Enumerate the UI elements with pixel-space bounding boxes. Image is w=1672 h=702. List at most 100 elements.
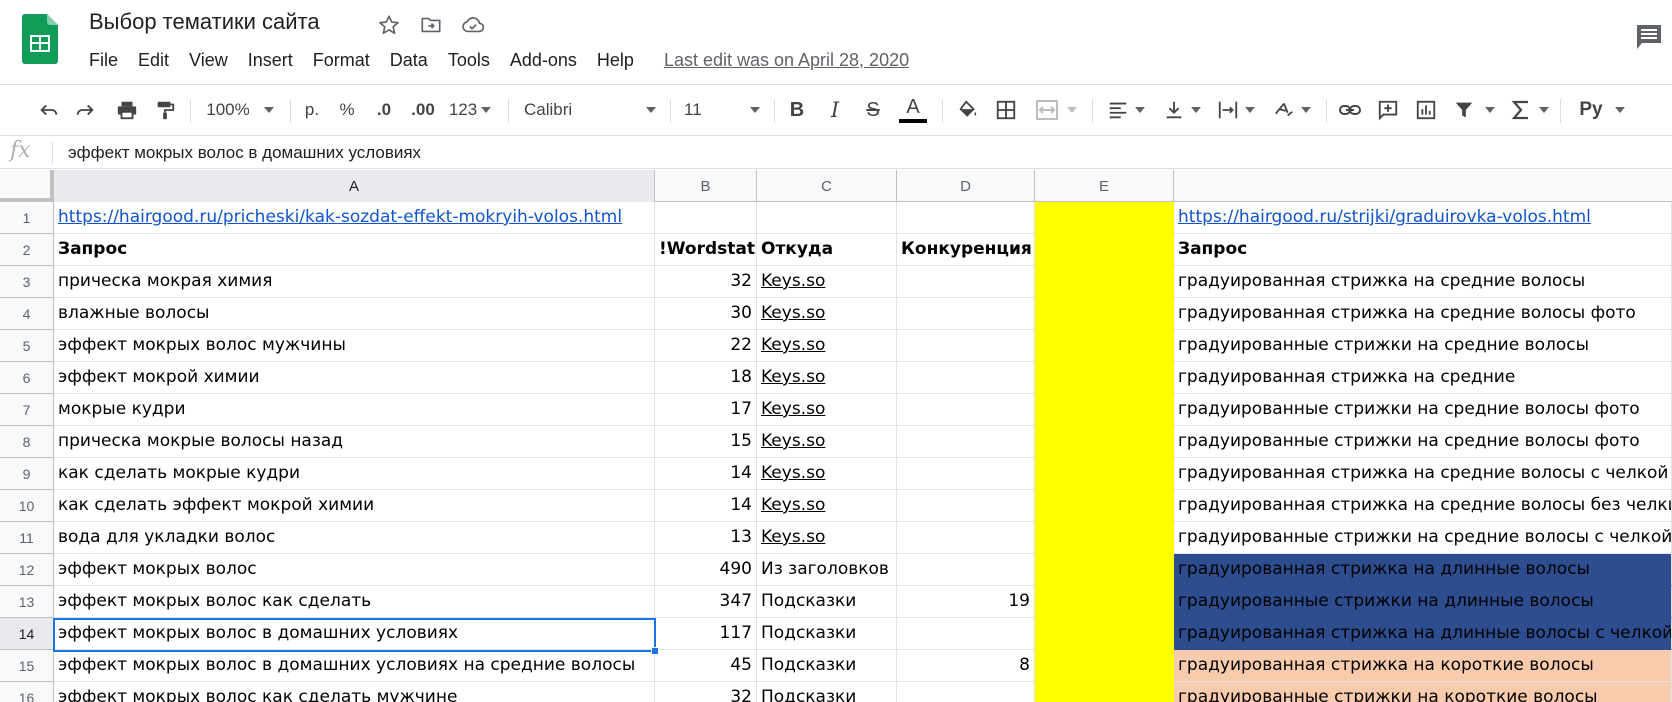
cell-f[interactable]: градуированная стрижка на средние волосы xyxy=(1174,266,1672,298)
undo-icon[interactable] xyxy=(36,95,62,125)
print-icon[interactable] xyxy=(114,95,140,125)
cell-c[interactable]: Keys.so xyxy=(757,266,897,298)
row-header[interactable]: 11 xyxy=(0,522,54,554)
cell-a[interactable]: эффект мокрых волос xyxy=(54,554,655,586)
cell-d[interactable] xyxy=(897,202,1035,234)
cell-f[interactable]: градуированная стрижка на длинные волосы xyxy=(1174,554,1672,586)
row-header[interactable]: 4 xyxy=(0,298,54,330)
cell-a[interactable]: мокрые кудри xyxy=(54,394,655,426)
menu-tools[interactable]: Tools xyxy=(448,50,490,71)
cell-f[interactable]: градуированные стрижки на средние волосы xyxy=(1174,330,1672,362)
cell-b[interactable]: 45 xyxy=(655,650,757,682)
cell-b[interactable]: !Wordstat xyxy=(655,234,757,266)
row-header[interactable]: 2 xyxy=(0,234,54,266)
column-header-a[interactable]: A xyxy=(54,170,655,202)
cell-b[interactable]: 490 xyxy=(655,554,757,586)
cell-d[interactable] xyxy=(897,362,1035,394)
cell-f[interactable]: градуированные стрижки на средние волосы… xyxy=(1174,522,1672,554)
row-header[interactable]: 8 xyxy=(0,426,54,458)
cell-a[interactable]: эффект мокрых волос в домашних условиях xyxy=(54,618,655,650)
cell-f[interactable]: градуированная стрижка на длинные волосы… xyxy=(1174,618,1672,650)
cell-b[interactable]: 117 xyxy=(655,618,757,650)
document-title[interactable]: Выбор тематики сайта xyxy=(89,9,320,35)
text-rotation-icon[interactable] xyxy=(1270,95,1314,125)
move-to-folder-icon[interactable] xyxy=(418,12,444,38)
cell-d[interactable] xyxy=(897,554,1035,586)
column-header-f[interactable] xyxy=(1174,170,1672,202)
functions-icon[interactable] xyxy=(1508,95,1552,125)
cell-e[interactable] xyxy=(1035,298,1174,330)
cell-f[interactable]: градуированная стрижка на короткие волос… xyxy=(1174,650,1672,682)
insert-link-icon[interactable] xyxy=(1336,95,1364,125)
cell-c[interactable]: Keys.so xyxy=(757,490,897,522)
font-size-select[interactable]: 11 xyxy=(680,95,764,125)
cell-e[interactable] xyxy=(1035,618,1174,650)
comment-history-icon[interactable] xyxy=(1634,22,1664,52)
increase-decimals-button[interactable]: .00 xyxy=(406,95,440,125)
cell-f[interactable]: градуированная стрижка на средние волосы… xyxy=(1174,298,1672,330)
cell-a[interactable]: эффект мокрых волос как сделать мужчине xyxy=(54,682,655,702)
cell-d[interactable] xyxy=(897,298,1035,330)
row-header[interactable]: 13 xyxy=(0,586,54,618)
text-wrapping-icon[interactable] xyxy=(1214,95,1258,125)
cell-f[interactable]: градуированная стрижка на средние xyxy=(1174,362,1672,394)
cell-a[interactable]: вода для укладки волос xyxy=(54,522,655,554)
star-icon[interactable] xyxy=(376,12,402,38)
row-header[interactable]: 16 xyxy=(0,682,54,702)
font-family-select[interactable]: Calibri xyxy=(520,95,660,125)
row-header[interactable]: 12 xyxy=(0,554,54,586)
cell-e[interactable] xyxy=(1035,682,1174,702)
cell-e[interactable] xyxy=(1035,426,1174,458)
column-header-b[interactable]: B xyxy=(655,170,757,202)
cell-a[interactable]: Запрос xyxy=(54,234,655,266)
cloud-saved-icon[interactable] xyxy=(460,12,486,38)
row-header[interactable]: 10 xyxy=(0,490,54,522)
cell-c[interactable]: Откуда xyxy=(757,234,897,266)
cell-b[interactable] xyxy=(655,202,757,234)
cell-e[interactable] xyxy=(1035,490,1174,522)
text-color-button[interactable]: A xyxy=(898,95,928,125)
italic-button[interactable]: I xyxy=(822,95,848,125)
filter-icon[interactable] xyxy=(1450,95,1498,125)
cell-b[interactable]: 14 xyxy=(655,458,757,490)
cell-e[interactable] xyxy=(1035,202,1174,234)
cell-a[interactable]: как сделать мокрые кудри xyxy=(54,458,655,490)
cell-f[interactable]: Запрос xyxy=(1174,234,1672,266)
input-tools-button[interactable]: Pу xyxy=(1570,95,1634,125)
row-header[interactable]: 15 xyxy=(0,650,54,682)
cell-e[interactable] xyxy=(1035,234,1174,266)
cell-e[interactable] xyxy=(1035,650,1174,682)
cell-c[interactable]: Keys.so xyxy=(757,330,897,362)
strikethrough-button[interactable]: S xyxy=(860,95,886,125)
cell-a[interactable]: эффект мокрой химии xyxy=(54,362,655,394)
cell-b[interactable]: 13 xyxy=(655,522,757,554)
row-header[interactable]: 6 xyxy=(0,362,54,394)
cell-f[interactable]: градуированные стрижки на средние волосы… xyxy=(1174,394,1672,426)
cell-e[interactable] xyxy=(1035,266,1174,298)
cell-b[interactable]: 15 xyxy=(655,426,757,458)
cell-c[interactable]: Из заголовков xyxy=(757,554,897,586)
cell-c[interactable]: Keys.so xyxy=(757,458,897,490)
cell-b[interactable]: 347 xyxy=(655,586,757,618)
menu-edit[interactable]: Edit xyxy=(138,50,169,71)
cell-b[interactable]: 18 xyxy=(655,362,757,394)
cell-d[interactable] xyxy=(897,394,1035,426)
cell-c[interactable] xyxy=(757,202,897,234)
menu-data[interactable]: Data xyxy=(390,50,428,71)
cell-a[interactable]: прическа мокрые волосы назад xyxy=(54,426,655,458)
percent-format-button[interactable]: % xyxy=(336,95,358,125)
cell-b[interactable]: 32 xyxy=(655,682,757,702)
decrease-decimals-button[interactable]: .0 xyxy=(370,95,398,125)
cell-b[interactable]: 14 xyxy=(655,490,757,522)
menu-view[interactable]: View xyxy=(189,50,228,71)
cell-d[interactable] xyxy=(897,522,1035,554)
cell-e[interactable] xyxy=(1035,330,1174,362)
bold-button[interactable]: B xyxy=(784,95,810,125)
row-header[interactable]: 7 xyxy=(0,394,54,426)
row-header[interactable]: 14 xyxy=(0,618,54,650)
cell-f[interactable]: градуированная стрижка на средние волосы… xyxy=(1174,458,1672,490)
cell-c[interactable]: Keys.so xyxy=(757,298,897,330)
row-header[interactable]: 9 xyxy=(0,458,54,490)
cell-d[interactable] xyxy=(897,458,1035,490)
cell-b[interactable]: 32 xyxy=(655,266,757,298)
